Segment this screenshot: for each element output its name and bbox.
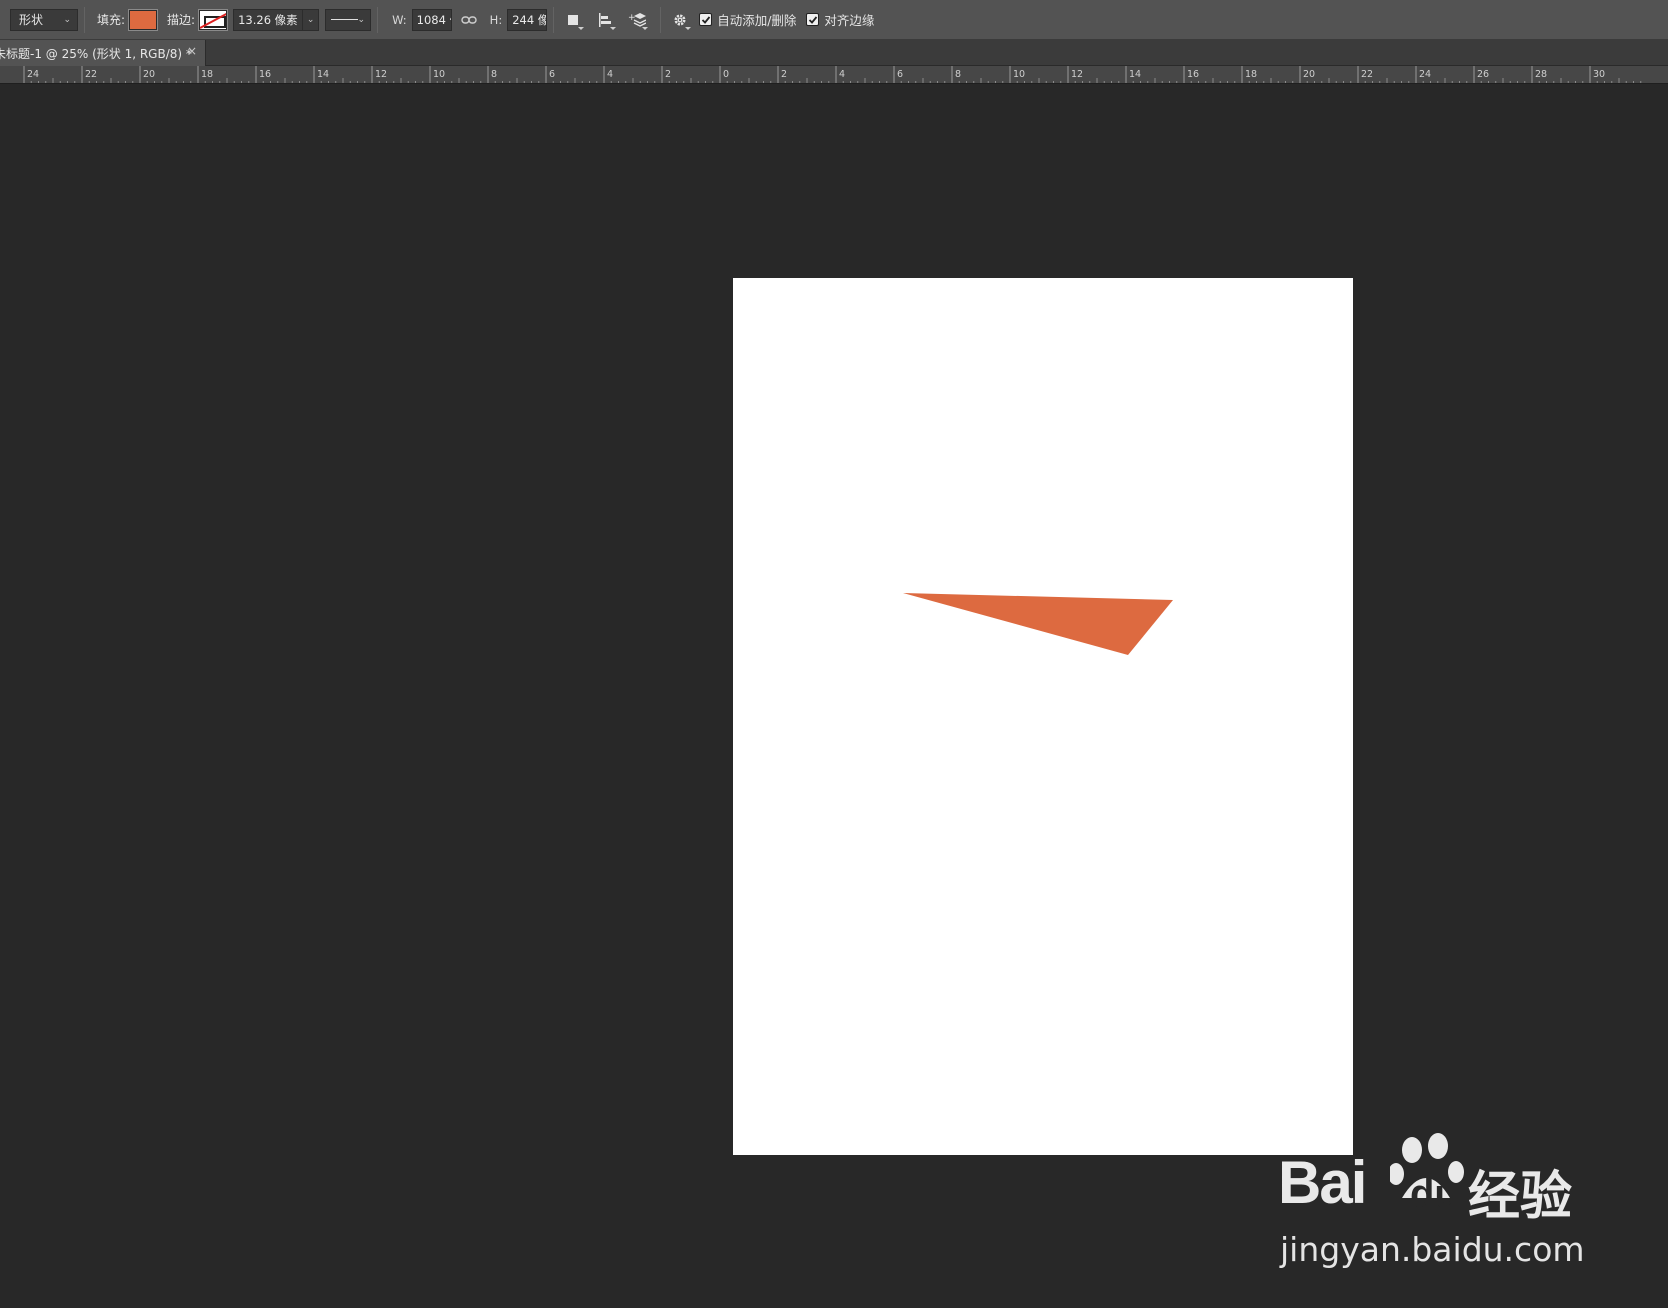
height-field[interactable]: 244 像素: [507, 8, 548, 31]
ruler-label: 16: [1187, 69, 1199, 80]
document-tab[interactable]: 未标题-1 @ 25% (形状 1, RGB/8) * ×: [0, 40, 206, 66]
fill-color-swatch[interactable]: [128, 8, 159, 31]
close-icon[interactable]: ×: [187, 44, 197, 58]
height-label: H:: [489, 12, 503, 27]
ruler-label: 18: [1245, 69, 1257, 80]
ruler-label: 12: [375, 69, 387, 80]
ruler-label: 24: [1419, 69, 1431, 80]
shape-layer: [903, 593, 1173, 655]
stroke-color-swatch[interactable]: [198, 8, 229, 31]
path-alignment-icon[interactable]: [592, 7, 618, 33]
ruler-label: 4: [607, 69, 613, 80]
watermark-brand-du: du: [1410, 1172, 1459, 1216]
tool-mode-value: 形状: [19, 13, 44, 27]
ruler-label: 16: [259, 69, 271, 80]
ruler-label: 6: [897, 69, 903, 80]
ruler-ticks: 24 22 20 18 16 14 12 10 8 6 4 2 0 2 4 6 8 10 12 14 16 18 20 22 2…: [23, 66, 1642, 83]
auto-add-delete-checkbox[interactable]: [699, 13, 713, 26]
watermark-brand: Bai: [1278, 1149, 1367, 1216]
ruler-label: 18: [201, 69, 213, 80]
auto-add-delete-label: 自动添加/删除: [717, 13, 797, 28]
document-tab-title: 未标题-1 @ 25% (形状 1, RGB/8) *: [0, 46, 192, 61]
align-edges-label: 对齐边缘: [824, 13, 875, 28]
watermark-product: 经验: [1468, 1167, 1573, 1227]
ruler-label: 4: [839, 69, 845, 80]
small-dropdown-indicator: [578, 26, 585, 30]
divider: [84, 6, 85, 33]
stroke-width-value: 13.26 像素: [238, 12, 298, 27]
tool-mode-select[interactable]: 形状 ⌄: [10, 8, 78, 31]
ruler-label: 12: [1071, 69, 1083, 80]
stroke-line-preview: [331, 19, 358, 20]
ruler-label: 28: [1535, 69, 1547, 80]
stroke-width-field[interactable]: 13.26 像素: [233, 8, 304, 31]
options-bar: 形状 ⌄ 填充: 描边: 13.26 像素 ⌄ ⌄ W: 1084 像 H: 2…: [0, 0, 1668, 40]
document-canvas[interactable]: [733, 278, 1353, 1155]
watermark-url: jingyan.baidu.com: [1280, 1230, 1585, 1269]
align-edges-checkbox[interactable]: [806, 13, 820, 26]
width-label: W:: [392, 12, 407, 27]
width-field[interactable]: 1084 像: [411, 8, 452, 31]
ruler-label: 22: [1361, 69, 1373, 80]
fill-label: 填充:: [97, 13, 126, 27]
ruler-label: 20: [1303, 69, 1315, 80]
divider: [553, 6, 555, 33]
width-value: 1084 像: [416, 12, 451, 27]
ruler-label: 6: [549, 69, 555, 80]
ruler-label: 14: [317, 69, 329, 80]
ruler-label: 8: [955, 69, 961, 80]
stroke-type-select[interactable]: ⌄: [325, 8, 372, 31]
path-operations-icon[interactable]: [560, 7, 586, 33]
ruler-label: 2: [781, 69, 787, 80]
baidu-jingyan-watermark: Bai du 经验 jingyan.baidu.com: [1278, 1128, 1638, 1278]
stroke-label: 描边:: [167, 13, 196, 27]
link-icon[interactable]: [456, 7, 482, 33]
divider: [377, 6, 379, 33]
chevron-down-icon: ⌄: [357, 14, 366, 25]
ruler-label: 22: [85, 69, 97, 80]
small-dropdown-indicator: [642, 26, 649, 30]
ruler-label: 8: [491, 69, 497, 80]
ruler-label: 24: [27, 69, 39, 80]
path-arrangement-icon[interactable]: +: [624, 7, 650, 33]
stroke-width-dropdown[interactable]: ⌄: [303, 8, 320, 31]
ruler-label: 14: [1129, 69, 1141, 80]
svg-text:+: +: [628, 13, 636, 23]
ruler-label: 26: [1477, 69, 1489, 80]
ruler-label: 30: [1593, 69, 1605, 80]
horizontal-ruler[interactable]: 24 22 20 18 16 14 12 10 8 6 4 2 0 2 4 6 8 10 12 14 16 18 20 22 2…: [0, 66, 1668, 84]
ruler-label: 20: [143, 69, 155, 80]
divider: [660, 6, 662, 33]
ruler-label: 10: [433, 69, 445, 80]
height-value: 244 像素: [512, 12, 546, 27]
ruler-label: 10: [1013, 69, 1025, 80]
document-tab-bar: 未标题-1 @ 25% (形状 1, RGB/8) * ×: [0, 40, 1668, 66]
ruler-label: 2: [665, 69, 671, 80]
chevron-down-icon: ⌄: [306, 14, 315, 25]
small-dropdown-indicator: [610, 26, 617, 30]
chevron-down-icon: ⌄: [63, 14, 71, 25]
small-dropdown-indicator: [685, 26, 692, 30]
gear-icon[interactable]: [667, 7, 693, 33]
ruler-label: 0: [723, 69, 729, 80]
canvas-workspace[interactable]: [0, 85, 1668, 1308]
orange-triangle-shape[interactable]: [903, 593, 1173, 655]
